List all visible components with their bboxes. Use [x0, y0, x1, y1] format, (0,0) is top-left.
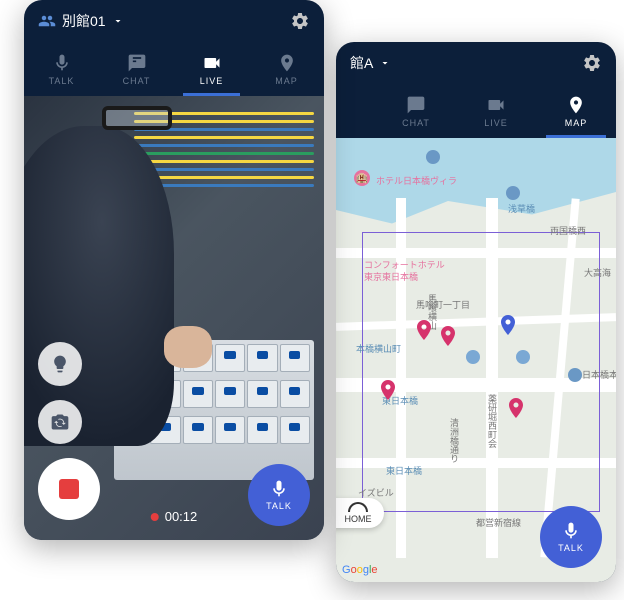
map-poi-label: 日本橋本 — [582, 368, 616, 381]
location-pin[interactable] — [376, 378, 400, 402]
map-poi-label: 大高海 — [584, 266, 611, 279]
map-poi-label: 清洲橋通り — [448, 418, 461, 463]
timer-value: 00:12 — [165, 509, 198, 524]
home-button[interactable]: HOME — [336, 498, 384, 528]
mic-icon — [561, 521, 581, 541]
settings-button[interactable] — [290, 11, 310, 31]
bulb-icon — [50, 354, 70, 374]
map-poi-label: 馬喰町一丁目 — [416, 298, 470, 311]
parking-poi-icon[interactable] — [466, 350, 480, 364]
map-poi-label: 都営新宿線 — [476, 516, 521, 529]
chat-icon — [126, 53, 148, 73]
tab-talk[interactable]: TALK — [24, 42, 99, 96]
tab-label: CHAT — [402, 118, 430, 128]
map-attribution: Google — [342, 564, 378, 576]
tab-label: MAP — [275, 76, 298, 86]
hotel-poi-icon[interactable]: 🏨 — [354, 170, 370, 186]
header: 館A — [336, 42, 616, 84]
tab-map[interactable]: MAP — [536, 84, 616, 138]
location-pin[interactable] — [412, 318, 436, 342]
channel-selector[interactable]: 館A — [350, 53, 391, 73]
location-pin[interactable] — [496, 313, 520, 337]
live-video-feed: 00:12 TALK — [24, 96, 324, 540]
map-poi-label: 浅草橋 — [508, 202, 535, 215]
tab-bar: CHAT LIVE MAP — [336, 84, 616, 138]
chevron-down-icon — [112, 15, 124, 27]
record-button[interactable] — [38, 458, 100, 520]
mic-icon — [269, 479, 289, 499]
station-poi-icon[interactable] — [506, 186, 520, 200]
flashlight-button[interactable] — [38, 342, 82, 386]
map-poi-label: 本橋横山町 — [356, 342, 401, 355]
group-icon — [38, 12, 56, 30]
tab-label: MAP — [565, 118, 588, 128]
talk-button[interactable]: TALK — [540, 506, 602, 568]
map-poi-label: ホテル日本橋ヴィラ — [376, 174, 457, 187]
location-pin[interactable] — [436, 324, 460, 348]
header: 別館01 — [24, 0, 324, 42]
phone-live-screen: 別館01 TALK CHAT LIVE MAP — [24, 0, 324, 540]
channel-title: 館A — [350, 53, 373, 73]
tab-label: CHAT — [123, 76, 151, 86]
map-poi-label: 東京東日本橋 — [364, 270, 418, 283]
tab-overflow — [336, 84, 376, 138]
mic-icon — [51, 53, 73, 73]
recording-timer: 00:12 — [151, 509, 198, 524]
talk-button[interactable]: TALK — [248, 464, 310, 526]
tab-live[interactable]: LIVE — [456, 84, 536, 138]
map-poi-label: 薬研堀西町会 — [486, 394, 499, 448]
station-poi-icon[interactable] — [516, 350, 530, 364]
recording-indicator-icon — [151, 513, 159, 521]
map-poi-label: 東日本橋 — [386, 464, 422, 477]
map-canvas[interactable]: 🏨 ホテル日本橋ヴィラ 浅草橋 両国橋西 コンフォートホテル 東京東日本橋 大高… — [336, 138, 616, 582]
pin-icon — [276, 53, 298, 73]
museum-poi-icon[interactable] — [426, 150, 440, 164]
tab-map[interactable]: MAP — [249, 42, 324, 96]
video-icon — [201, 53, 223, 73]
switch-camera-icon — [50, 412, 70, 432]
home-label: HOME — [345, 514, 372, 524]
settings-button[interactable] — [582, 53, 602, 73]
location-pin[interactable] — [504, 396, 528, 420]
tab-label: LIVE — [484, 118, 508, 128]
chevron-down-icon — [379, 57, 391, 69]
home-arc-icon — [348, 502, 368, 512]
stop-icon — [59, 479, 79, 499]
phone-map-screen: 館A CHAT LIVE MAP 🏨 ホテル — [336, 42, 616, 582]
tab-label: TALK — [49, 76, 75, 86]
info-poi-icon[interactable] — [568, 368, 582, 382]
tab-chat[interactable]: CHAT — [99, 42, 174, 96]
tab-bar: TALK CHAT LIVE MAP — [24, 42, 324, 96]
tab-label: LIVE — [200, 76, 224, 86]
talk-label: TALK — [266, 501, 292, 511]
tab-chat[interactable]: CHAT — [376, 84, 456, 138]
video-icon — [485, 95, 507, 115]
channel-title: 別館01 — [62, 11, 106, 31]
channel-selector[interactable]: 別館01 — [38, 11, 124, 31]
map-poi-label: 両国橋西 — [550, 224, 586, 237]
talk-label: TALK — [558, 543, 584, 553]
chat-icon — [405, 95, 427, 115]
camera-controls — [38, 342, 100, 520]
tab-live[interactable]: LIVE — [174, 42, 249, 96]
pin-icon — [565, 95, 587, 115]
switch-camera-button[interactable] — [38, 400, 82, 444]
